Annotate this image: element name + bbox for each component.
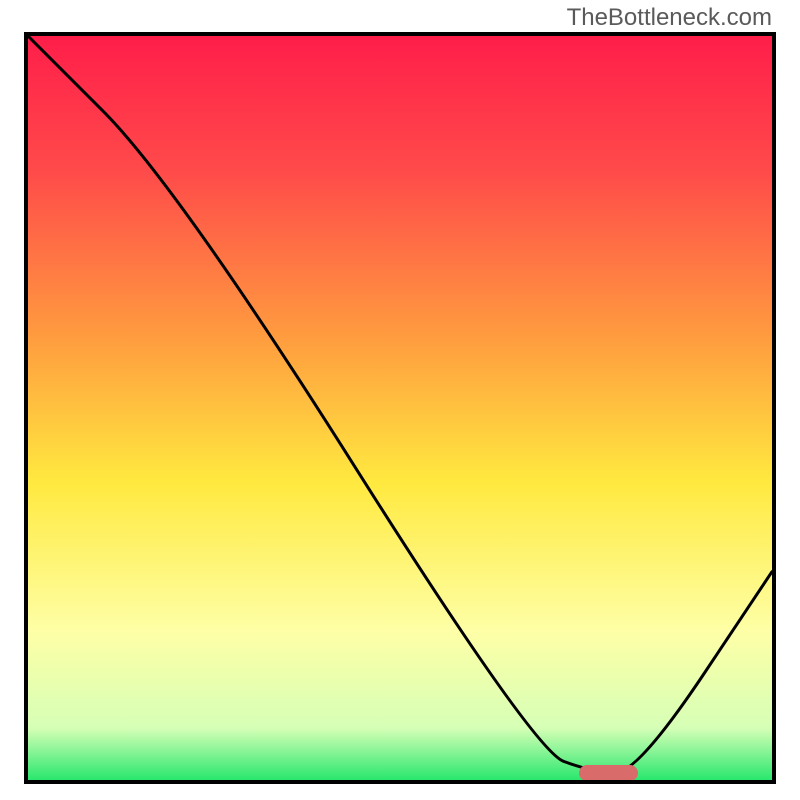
chart-container: TheBottleneck.com [0,0,800,800]
bottleneck-curve [28,36,772,780]
watermark-text: TheBottleneck.com [567,4,772,32]
optimal-marker [579,765,639,781]
plot-frame [24,32,776,784]
